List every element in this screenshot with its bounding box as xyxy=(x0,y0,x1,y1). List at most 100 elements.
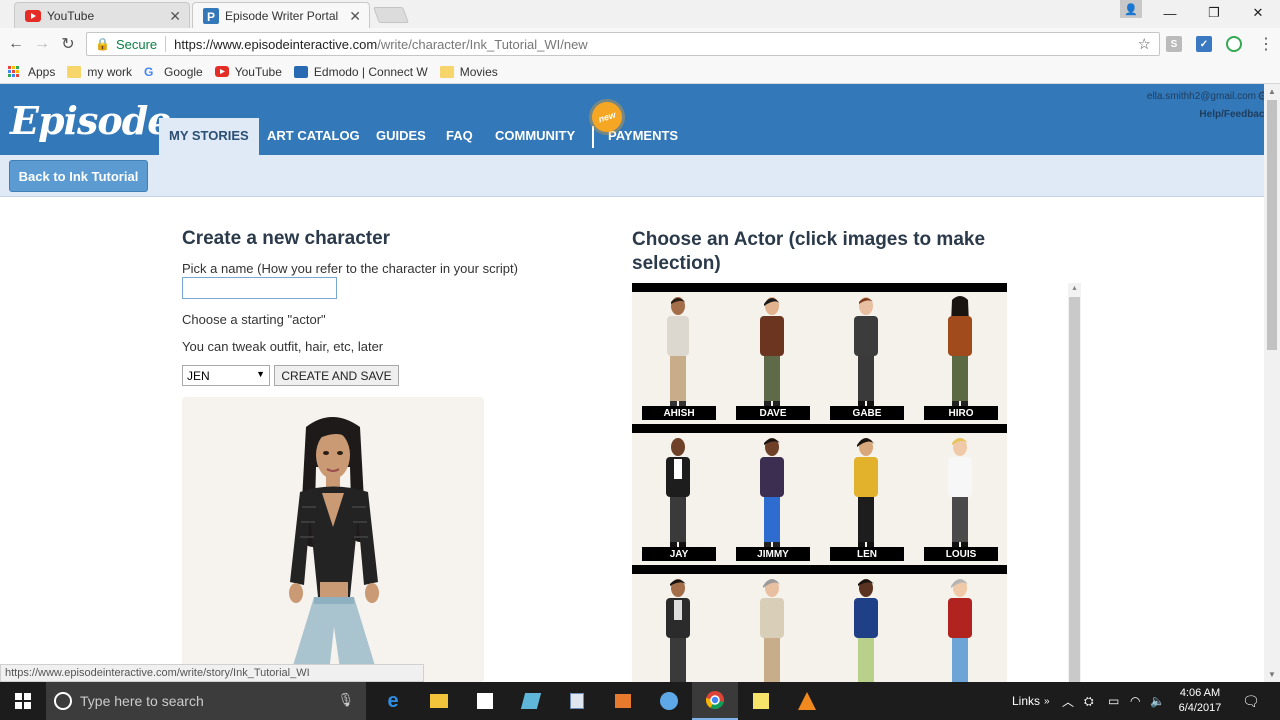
nav-guides[interactable]: GUIDES xyxy=(376,128,426,143)
actor-ahish[interactable]: AHISH xyxy=(632,292,725,424)
back-to-ink-tutorial-button[interactable]: Back to Ink Tutorial xyxy=(9,160,148,192)
actor-name-label: JAY xyxy=(642,547,716,561)
reload-icon[interactable]: ↻ xyxy=(58,34,78,54)
actor-row3-1[interactable] xyxy=(632,574,725,683)
actor-row3-4[interactable] xyxy=(914,574,1007,683)
menu-kebab-icon[interactable]: ⋮ xyxy=(1256,34,1276,54)
account-email[interactable]: ella.smithh2@gmail.com xyxy=(1147,91,1256,102)
network-icon[interactable]: ⛭ xyxy=(1084,682,1094,720)
nav-my-stories[interactable]: MY STORIES xyxy=(159,118,259,155)
edge-browser-icon[interactable]: e xyxy=(370,682,416,720)
sub-navigation-bar: Back to Ink Tutorial xyxy=(0,155,1264,197)
restore-icon[interactable]: ❐ xyxy=(1192,0,1236,26)
taskbar-app-icon[interactable] xyxy=(646,682,692,720)
scroll-down-icon[interactable]: ▼ xyxy=(1268,670,1276,679)
bookmark-google[interactable]: G Google xyxy=(144,65,203,79)
url-host: https://www.episodeinteractive.com xyxy=(174,36,378,52)
scroll-up-icon[interactable]: ▲ xyxy=(1268,87,1276,96)
actor-name-label: LOUIS xyxy=(924,547,998,561)
bookmark-movies[interactable]: Movies xyxy=(439,65,498,79)
actor-row3-3[interactable] xyxy=(820,574,913,683)
actor-name-label: JIMMY xyxy=(736,547,810,561)
actor-row3-2[interactable] xyxy=(726,574,819,683)
file-explorer-icon[interactable] xyxy=(416,682,462,720)
actor-name-label: DAVE xyxy=(736,406,810,420)
volume-icon[interactable]: 🔈 xyxy=(1150,682,1165,720)
microphone-icon[interactable]: 🎙 xyxy=(337,692,354,708)
address-bar[interactable]: 🔒 Secure https://www.episodeinteractive.… xyxy=(86,32,1160,56)
actor-louis[interactable]: LOUIS xyxy=(914,433,1007,565)
browser-toolbar: ← → ↻ 🔒 Secure https://www.episodeintera… xyxy=(0,28,1280,60)
folder-icon xyxy=(439,65,454,78)
bookmark-my-work[interactable]: my work xyxy=(67,65,132,79)
links-toolbar[interactable]: Links xyxy=(1012,682,1040,720)
actor-jimmy[interactable]: JIMMY xyxy=(726,433,819,565)
lock-icon: 🔒 xyxy=(95,37,110,51)
bookmark-youtube[interactable]: YouTube xyxy=(214,65,282,79)
forward-arrow-icon[interactable]: → xyxy=(32,34,52,54)
back-arrow-icon[interactable]: ← xyxy=(6,34,26,54)
gabe-figure xyxy=(854,297,878,407)
character-name-input[interactable] xyxy=(182,277,337,299)
nav-faq[interactable]: FAQ xyxy=(446,128,473,143)
taskbar-search-box[interactable]: Type here to search 🎙 xyxy=(46,682,366,720)
taskbar-app-icon[interactable] xyxy=(508,682,554,720)
name-prompt: Pick a name (How you refer to the charac… xyxy=(182,261,518,276)
folder-icon xyxy=(67,65,82,78)
chevron-up-icon[interactable]: ︿ xyxy=(1062,682,1074,720)
taskbar-app-icon[interactable] xyxy=(554,682,600,720)
chrome-icon[interactable] xyxy=(692,682,738,720)
close-tab-icon[interactable]: ✕ xyxy=(349,8,361,25)
episode-logo[interactable]: Episode xyxy=(10,98,171,143)
system-clock[interactable]: 4:06 AM 6/4/2017 xyxy=(1170,686,1230,716)
chevron-right-icon[interactable]: » xyxy=(1044,682,1050,720)
wifi-icon[interactable]: ◠ xyxy=(1130,682,1140,720)
actor-hiro[interactable]: HIRO xyxy=(914,292,1007,424)
cortana-circle-icon xyxy=(54,692,72,710)
battery-icon[interactable]: ▭ xyxy=(1108,682,1119,720)
bookmark-edmodo[interactable]: Edmodo | Connect W xyxy=(293,65,428,79)
close-tab-icon[interactable]: ✕ xyxy=(169,8,181,25)
bookmarks-bar: Apps my work G Google YouTube Edmodo | C… xyxy=(0,60,1280,84)
scrollbar-thumb[interactable] xyxy=(1267,100,1277,350)
windows-start-icon[interactable] xyxy=(0,682,46,720)
hiro-figure xyxy=(948,296,972,407)
action-center-icon[interactable]: 🗨 xyxy=(1242,682,1260,720)
tab-title: YouTube xyxy=(47,8,95,23)
minimize-icon[interactable]: — xyxy=(1148,0,1192,26)
actor-name-label: HIRO xyxy=(924,406,998,420)
profile-icon[interactable]: 👤 xyxy=(1120,0,1142,18)
bookmark-star-icon[interactable]: ☆ xyxy=(1138,35,1151,53)
page-scrollbar[interactable]: ▲ ▼ xyxy=(1264,84,1280,682)
bookmark-apps[interactable]: Apps xyxy=(8,65,55,79)
scroll-up-icon[interactable]: ▲ xyxy=(1071,285,1078,292)
search-placeholder: Type here to search xyxy=(80,693,204,709)
media-player-icon[interactable] xyxy=(600,682,646,720)
create-and-save-button[interactable]: CREATE AND SAVE xyxy=(274,365,399,386)
actor-list-scrollbar[interactable]: ▲ xyxy=(1068,283,1081,683)
store-icon[interactable] xyxy=(462,682,508,720)
google-icon: G xyxy=(144,64,154,79)
actor-dave[interactable]: DAVE xyxy=(726,292,819,424)
nav-payments[interactable]: PAYMENTS xyxy=(608,128,678,143)
starting-actor-select[interactable]: JEN ▼ xyxy=(182,365,270,386)
vlc-icon[interactable] xyxy=(784,682,830,720)
close-window-icon[interactable]: ✕ xyxy=(1236,0,1280,26)
actor-len[interactable]: LEN xyxy=(820,433,913,565)
actor-name-label: LEN xyxy=(830,547,904,561)
new-tab-button[interactable] xyxy=(373,7,409,23)
nav-community[interactable]: COMMUNITY xyxy=(495,128,575,143)
nav-art-catalog[interactable]: ART CATALOG xyxy=(267,128,360,143)
extension-shield-icon[interactable]: ✓ xyxy=(1196,36,1212,52)
actor-row: JAY JIMMY LEN LOUIS xyxy=(632,424,1007,565)
extension-s-icon[interactable]: S xyxy=(1166,36,1182,52)
actor-gabe[interactable]: GABE xyxy=(820,292,913,424)
scrollbar-thumb[interactable] xyxy=(1069,297,1080,683)
tab-episode-writer-portal[interactable]: P Episode Writer Portal ✕ xyxy=(192,2,370,28)
tab-youtube[interactable]: YouTube ✕ xyxy=(14,2,190,28)
louis-figure xyxy=(948,438,972,548)
actor-jay[interactable]: JAY xyxy=(632,433,725,565)
extension-circle-icon[interactable] xyxy=(1226,36,1242,52)
help-feedback-link[interactable]: Help/Feedback xyxy=(1199,109,1270,120)
sticky-notes-icon[interactable] xyxy=(738,682,784,720)
